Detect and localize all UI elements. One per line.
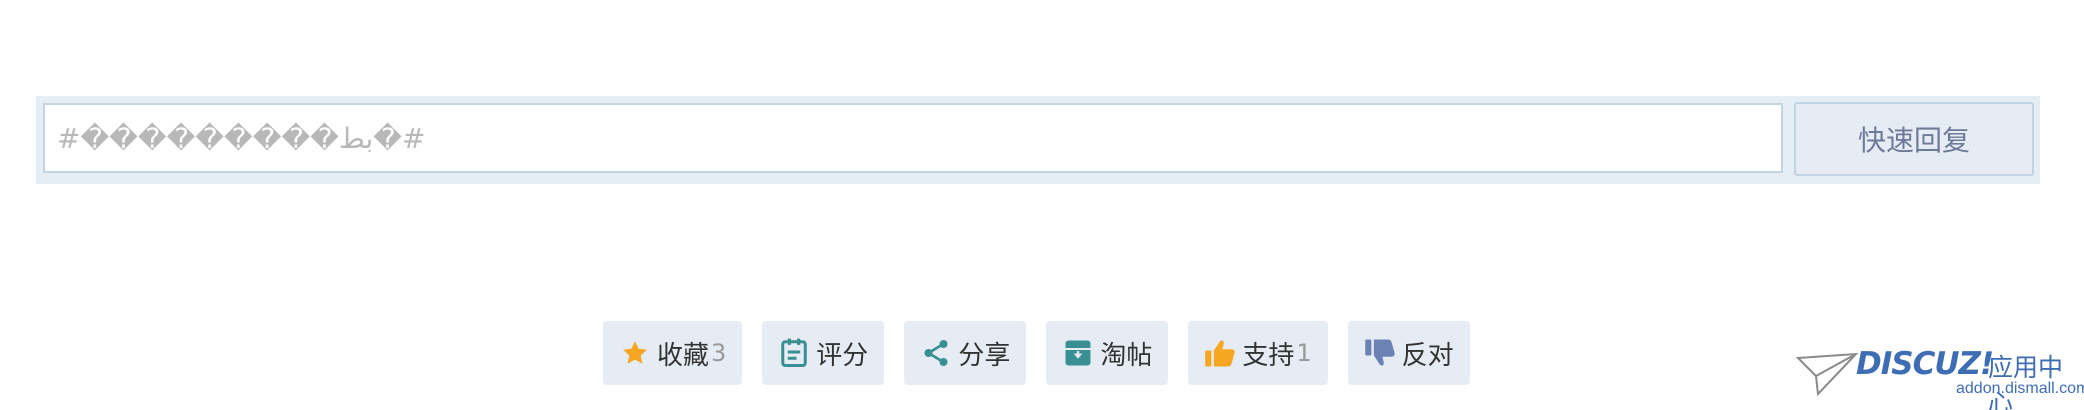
share-label: 分享 xyxy=(958,340,1011,371)
archive-icon xyxy=(1062,337,1094,369)
logo-domain: addon.dismall.com xyxy=(1956,380,2084,397)
paper-plane-icon xyxy=(1796,352,1859,396)
support-label: 支持 xyxy=(1242,340,1295,371)
collect-post-button[interactable]: 淘帖 xyxy=(1046,321,1169,385)
share-icon xyxy=(920,337,952,369)
logo-wordmark: DISCUZ! xyxy=(1856,346,1994,382)
quick-reply-input[interactable] xyxy=(43,103,1783,173)
rate-icon xyxy=(778,337,810,369)
oppose-label: 反对 xyxy=(1401,340,1454,371)
star-icon xyxy=(619,337,651,369)
oppose-button[interactable]: 反对 xyxy=(1347,321,1470,385)
rate-label: 评分 xyxy=(816,340,869,371)
page: 快速回复 收藏 3 评分 xyxy=(0,0,2084,410)
support-button[interactable]: 支持 1 xyxy=(1188,321,1328,385)
favorite-label: 收藏 xyxy=(657,340,710,371)
logo-app-center: 应用中心 xyxy=(1988,353,2064,410)
favorite-count: 3 xyxy=(711,339,727,367)
post-actions: 收藏 3 评分 分享 淘帖 支持 1 反对 xyxy=(603,321,1470,385)
collect-post-label: 淘帖 xyxy=(1100,340,1153,371)
rate-button[interactable]: 评分 xyxy=(762,321,885,385)
quick-reply-bar: 快速回复 xyxy=(36,96,2040,184)
thumbs-down-icon xyxy=(1364,337,1396,369)
quick-reply-button[interactable]: 快速回复 xyxy=(1794,102,2034,176)
favorite-button[interactable]: 收藏 3 xyxy=(603,321,743,385)
thumbs-up-icon xyxy=(1204,337,1236,369)
discuz-logo: DISCUZ! 应用中心 addon.dismall.com xyxy=(1796,340,2084,410)
support-count: 1 xyxy=(1296,339,1312,367)
share-button[interactable]: 分享 xyxy=(904,321,1027,385)
